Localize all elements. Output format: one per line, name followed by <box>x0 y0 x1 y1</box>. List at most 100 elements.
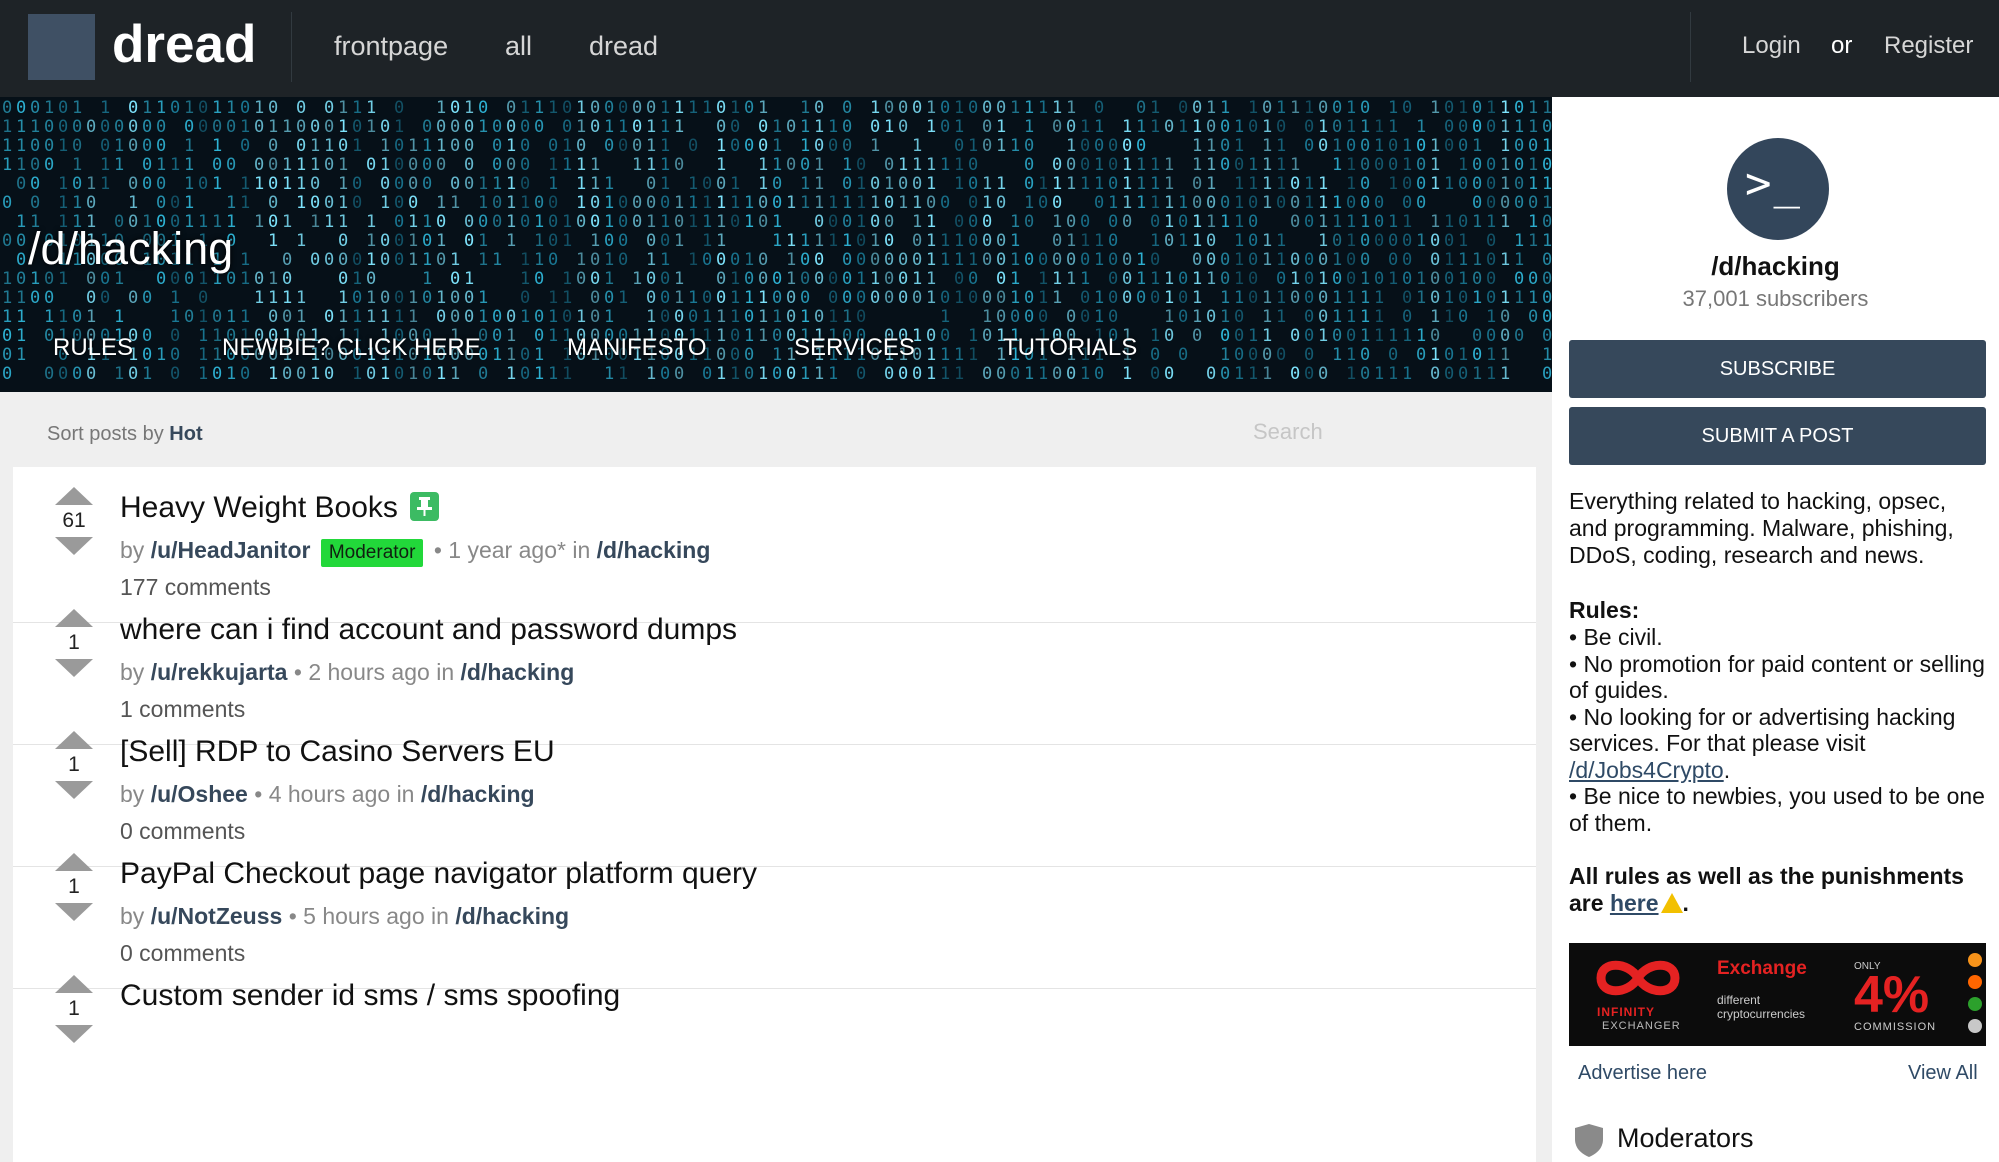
downvote-icon[interactable] <box>55 659 93 677</box>
svg-text:0: 0 <box>86 288 96 308</box>
svg-text:1: 1 <box>1066 269 1076 289</box>
submit-post-button[interactable]: SUBMIT A POST <box>1569 407 1986 465</box>
post-title[interactable]: Custom sender id sms / sms spoofing <box>120 975 620 1017</box>
upvote-icon[interactable] <box>55 609 93 627</box>
post-sub[interactable]: /d/hacking <box>421 781 535 807</box>
jobs4crypto-link[interactable]: /d/Jobs4Crypto <box>1569 757 1724 783</box>
view-all-link[interactable]: View All <box>1908 1060 1978 1086</box>
svg-text:0: 0 <box>380 174 390 194</box>
downvote-icon[interactable] <box>55 537 93 555</box>
svg-text:0: 0 <box>1402 193 1412 213</box>
svg-text:0: 0 <box>1542 288 1552 308</box>
svg-text:0: 0 <box>240 136 250 156</box>
post-sub[interactable]: /d/hacking <box>455 903 569 929</box>
upvote-icon[interactable] <box>55 853 93 871</box>
svg-text:1: 1 <box>1150 155 1160 175</box>
svg-text:0: 0 <box>828 269 838 289</box>
post-author[interactable]: /u/HeadJanitor <box>151 537 311 563</box>
svg-text:1: 1 <box>1178 117 1188 137</box>
banner-link-tutorials[interactable]: TUTORIALS <box>1003 333 1137 363</box>
svg-text:1: 1 <box>1332 250 1342 270</box>
svg-text:1: 1 <box>1472 136 1482 156</box>
rules-here-link[interactable]: here <box>1610 890 1659 916</box>
post-sub[interactable]: /d/hacking <box>597 537 711 563</box>
svg-text:0: 0 <box>170 364 180 384</box>
svg-text:0: 0 <box>1388 155 1398 175</box>
svg-text:0: 0 <box>282 269 292 289</box>
logo-text[interactable]: dread <box>112 14 256 76</box>
svg-text:1: 1 <box>772 117 782 137</box>
svg-text:1: 1 <box>1136 269 1146 289</box>
svg-text:0: 0 <box>1486 269 1496 289</box>
svg-text:1: 1 <box>1318 212 1328 232</box>
svg-text:0: 0 <box>968 155 978 175</box>
svg-text:1: 1 <box>520 98 530 118</box>
svg-text:0: 0 <box>492 136 502 156</box>
svg-text:0: 0 <box>142 155 152 175</box>
svg-text:1: 1 <box>954 288 964 308</box>
svg-text:1: 1 <box>1402 136 1412 156</box>
advertise-link[interactable]: Advertise here <box>1578 1060 1707 1086</box>
nav-all[interactable]: all <box>505 26 532 66</box>
post-author[interactable]: /u/Oshee <box>151 781 248 807</box>
svg-text:1: 1 <box>1304 98 1314 118</box>
svg-text:0: 0 <box>1178 345 1188 365</box>
svg-text:1: 1 <box>1290 155 1300 175</box>
svg-text:1: 1 <box>2 155 12 175</box>
svg-text:0: 0 <box>660 288 670 308</box>
svg-text:1: 1 <box>1220 98 1230 118</box>
subscribe-button[interactable]: SUBSCRIBE <box>1569 340 1986 398</box>
downvote-icon[interactable] <box>55 781 93 799</box>
downvote-icon[interactable] <box>55 1025 93 1043</box>
ad-banner[interactable]: INFINITY EXCHANGER Exchange different cr… <box>1569 943 1986 1046</box>
svg-text:0: 0 <box>464 307 474 327</box>
login-link[interactable]: Login <box>1742 26 1801 66</box>
search-input[interactable] <box>1253 414 1513 450</box>
svg-text:0: 0 <box>30 136 40 156</box>
svg-text:0: 0 <box>128 117 138 137</box>
post-title[interactable]: [Sell] RDP to Casino Servers EU <box>120 731 555 773</box>
svg-text:1: 1 <box>828 364 838 384</box>
svg-text:0: 0 <box>1444 364 1454 384</box>
svg-text:0: 0 <box>842 288 852 308</box>
sort-dropdown[interactable]: Hot <box>169 423 202 445</box>
post-author[interactable]: /u/NotZeuss <box>151 903 283 929</box>
svg-text:1: 1 <box>758 155 768 175</box>
upvote-icon[interactable] <box>55 731 93 749</box>
svg-text:1: 1 <box>408 307 418 327</box>
svg-text:0: 0 <box>1318 307 1328 327</box>
banner-link-newbie[interactable]: NEWBIE? CLICK HERE <box>222 333 481 363</box>
svg-text:1: 1 <box>436 98 446 118</box>
svg-text:0: 0 <box>1416 174 1426 194</box>
upvote-icon[interactable] <box>55 487 93 505</box>
svg-text:0: 0 <box>688 136 698 156</box>
logo-icon[interactable] <box>28 14 95 80</box>
svg-text:0: 0 <box>562 117 572 137</box>
post-author[interactable]: /u/rekkujarta <box>151 659 288 685</box>
downvote-icon[interactable] <box>55 903 93 921</box>
post-title[interactable]: Heavy Weight Books <box>120 491 398 524</box>
nav-dread[interactable]: dread <box>589 26 658 66</box>
svg-text:1: 1 <box>338 117 348 137</box>
register-link[interactable]: Register <box>1884 26 1973 66</box>
svg-text:1: 1 <box>1332 212 1342 232</box>
upvote-icon[interactable] <box>55 975 93 993</box>
sidebar-sub-name[interactable]: /d/hacking <box>1552 249 1999 283</box>
svg-text:0: 0 <box>842 117 852 137</box>
svg-text:0: 0 <box>1248 193 1258 213</box>
svg-text:1: 1 <box>1192 231 1202 251</box>
banner-link-services[interactable]: SERVICES <box>794 333 915 363</box>
post-sub[interactable]: /d/hacking <box>461 659 575 685</box>
svg-text:0: 0 <box>1458 288 1468 308</box>
nav-frontpage[interactable]: frontpage <box>334 26 448 66</box>
post-title[interactable]: where can i find account and password du… <box>120 609 737 651</box>
svg-text:0: 0 <box>254 269 264 289</box>
svg-text:1: 1 <box>212 136 222 156</box>
svg-text:0: 0 <box>464 155 474 175</box>
svg-text:1: 1 <box>1346 98 1356 118</box>
svg-text:1: 1 <box>1262 307 1272 327</box>
svg-text:0: 0 <box>352 174 362 194</box>
banner-link-manifesto[interactable]: MANIFESTO <box>567 333 707 363</box>
post-title[interactable]: PayPal Checkout page navigator platform … <box>120 853 757 895</box>
banner-link-rules[interactable]: RULES <box>53 333 133 363</box>
